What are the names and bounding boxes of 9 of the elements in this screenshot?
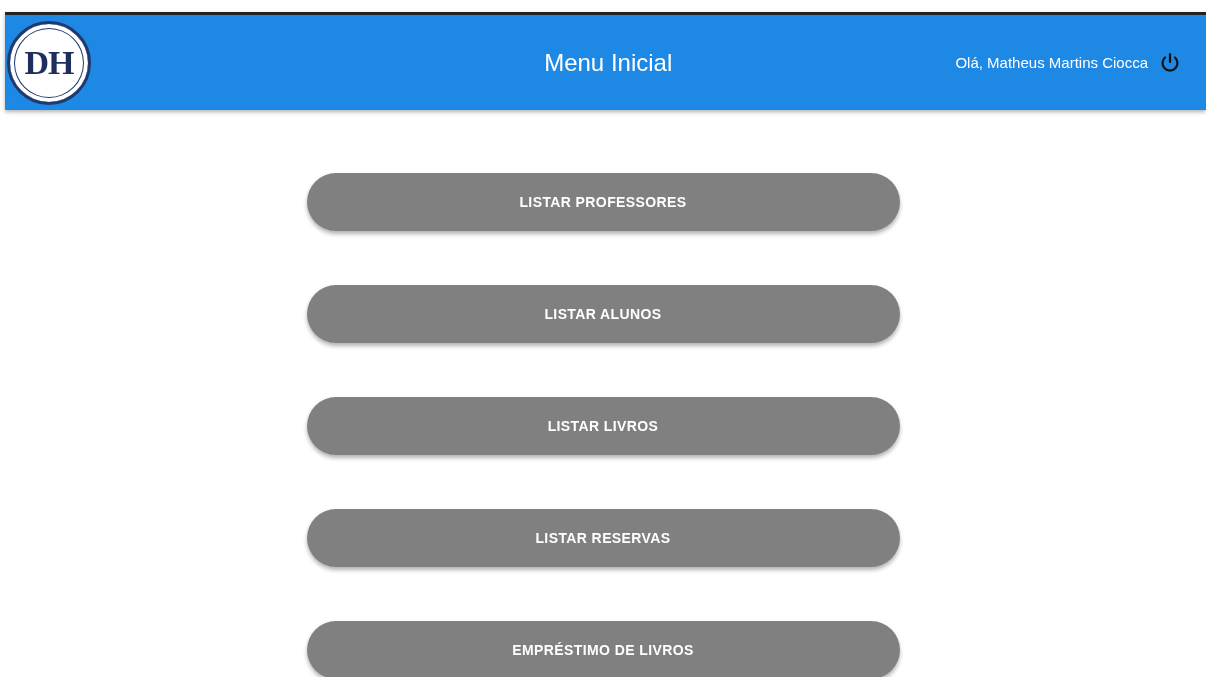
user-greeting: Olá, Matheus Martins Ciocca (955, 54, 1148, 71)
logout-icon[interactable] (1158, 50, 1182, 75)
page-title: Menu Inicial (543, 48, 674, 77)
logo-text: DH (24, 43, 74, 82)
menu-button[interactable]: EMPRÉSTIMO DE LIVROS (306, 621, 900, 677)
menu-button[interactable]: LISTAR PROFESSORES (306, 173, 900, 231)
menu-button[interactable]: LISTAR ALUNOS (306, 285, 900, 343)
menu-button[interactable]: LISTAR LIVROS (306, 397, 900, 455)
menu-button[interactable]: LISTAR RESERVAS (306, 509, 900, 567)
